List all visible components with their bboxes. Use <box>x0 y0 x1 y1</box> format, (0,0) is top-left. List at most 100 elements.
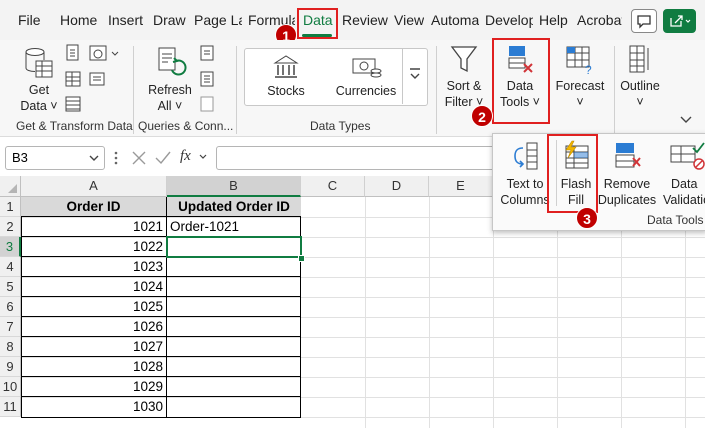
collapse-ribbon-icon[interactable] <box>678 114 694 126</box>
sort-filter-label: Sort & <box>446 79 482 93</box>
row-header-1[interactable]: 1 <box>0 197 21 217</box>
enter-check-icon[interactable] <box>154 149 172 167</box>
tab-help[interactable]: Help <box>539 12 568 28</box>
formula-input[interactable] <box>216 146 496 170</box>
cell-b7[interactable] <box>167 317 301 337</box>
more-options-icon[interactable] <box>111 148 121 168</box>
get-data-button[interactable]: Get Data ˅ <box>18 44 60 116</box>
cell-b5[interactable] <box>167 277 301 297</box>
cell-a7[interactable]: 1026 <box>21 317 167 337</box>
tab-home[interactable]: Home <box>60 12 97 28</box>
separator <box>133 46 134 134</box>
existing-connections-icon[interactable] <box>64 95 82 113</box>
cell-a6[interactable]: 1025 <box>21 297 167 317</box>
separator <box>436 46 437 134</box>
from-text-icon[interactable] <box>64 44 82 62</box>
select-all-corner[interactable] <box>0 176 21 197</box>
column-header-d[interactable]: D <box>365 176 429 197</box>
tab-acrobat[interactable]: Acrobat <box>577 12 622 28</box>
properties-icon[interactable] <box>198 70 216 88</box>
data-tools-group-label: Data Tools <box>647 213 704 227</box>
tab-automate[interactable]: Automa <box>431 12 479 28</box>
active-cell-selection[interactable] <box>166 236 302 258</box>
remove-duplicates-button[interactable]: Remove Duplicates <box>598 138 656 210</box>
cell-a11[interactable]: 1030 <box>21 397 167 417</box>
tab-developer[interactable]: Develop <box>485 12 533 28</box>
remove-duplicates-label-2: Duplicates <box>597 193 657 207</box>
tab-file[interactable]: File <box>18 12 41 28</box>
cancel-icon[interactable] <box>130 149 148 167</box>
tab-page-layout[interactable]: Page La <box>194 12 242 28</box>
name-box-value: B3 <box>12 150 28 165</box>
stocks-button[interactable]: Stocks <box>255 51 317 103</box>
edit-links-icon[interactable] <box>198 95 216 113</box>
gridline <box>621 197 622 428</box>
currencies-icon <box>352 58 382 78</box>
forecast-button[interactable]: ? Forecast ˅ <box>554 42 606 116</box>
column-header-e[interactable]: E <box>429 176 493 197</box>
row-header-10[interactable]: 10 <box>0 377 21 397</box>
forecast-label-2: ˅ <box>576 95 584 109</box>
data-types-gallery: Stocks Currencies <box>244 48 428 106</box>
gridline <box>429 197 430 428</box>
tab-view[interactable]: View <box>394 12 424 28</box>
row-header-5[interactable]: 5 <box>0 277 21 297</box>
queries-group-label: Queries & Conn... <box>138 119 234 133</box>
remove-duplicates-label: Remove <box>603 177 651 191</box>
row-header-11[interactable]: 11 <box>0 397 21 417</box>
refresh-all-button[interactable]: Refresh All ˅ <box>148 44 192 116</box>
text-to-columns-icon <box>514 142 538 170</box>
data-validation-button[interactable]: Data Validation <box>657 138 705 210</box>
cell-a5[interactable]: 1024 <box>21 277 167 297</box>
cell-a3[interactable]: 1022 <box>21 237 167 257</box>
get-data-label: Get <box>28 83 50 97</box>
row-header-4[interactable]: 4 <box>0 257 21 277</box>
column-header-a[interactable]: A <box>21 176 167 197</box>
cell-b2[interactable]: Order-1021 <box>167 217 301 237</box>
share-button[interactable] <box>663 9 696 33</box>
row-header-3[interactable]: 3 <box>0 237 21 257</box>
fx-dropdown-icon[interactable] <box>198 152 208 162</box>
column-header-c[interactable]: C <box>301 176 365 197</box>
currencies-button[interactable]: Currencies <box>331 51 401 103</box>
cell-a2[interactable]: 1021 <box>21 217 167 237</box>
row-header-6[interactable]: 6 <box>0 297 21 317</box>
cell-a10[interactable]: 1029 <box>21 377 167 397</box>
gridline <box>685 197 686 428</box>
tab-insert[interactable]: Insert <box>108 12 143 28</box>
cell-b10[interactable] <box>167 377 301 397</box>
cell-b8[interactable] <box>167 337 301 357</box>
tab-draw[interactable]: Draw <box>153 12 186 28</box>
queries-connections-icon[interactable] <box>198 44 216 62</box>
column-header-b[interactable]: B <box>167 176 301 197</box>
row-header-2[interactable]: 2 <box>0 217 21 237</box>
from-web-icon[interactable] <box>88 44 122 62</box>
cell-b11[interactable] <box>167 397 301 417</box>
cell-a8[interactable]: 1027 <box>21 337 167 357</box>
comments-button[interactable] <box>631 9 657 33</box>
cell-b1-header[interactable]: Updated Order ID <box>167 197 301 217</box>
cell-a1-header[interactable]: Order ID <box>21 197 167 217</box>
stocks-bank-icon <box>273 55 299 78</box>
from-table-icon[interactable] <box>64 70 82 88</box>
name-box[interactable]: B3 <box>5 146 105 170</box>
row-header-7[interactable]: 7 <box>0 317 21 337</box>
callout-3: 3 <box>576 207 598 229</box>
cell-a9[interactable]: 1028 <box>21 357 167 377</box>
cell-b4[interactable] <box>167 257 301 277</box>
cell-b6[interactable] <box>167 297 301 317</box>
text-to-columns-button[interactable]: Text to Columns <box>499 138 551 210</box>
gridline <box>557 197 558 428</box>
row-header-9[interactable]: 9 <box>0 357 21 377</box>
cell-a4[interactable]: 1023 <box>21 257 167 277</box>
data-types-more-button[interactable] <box>402 48 426 104</box>
outline-button[interactable]: Outline ˅ <box>618 42 662 116</box>
cell-b9[interactable] <box>167 357 301 377</box>
refresh-icon <box>158 47 187 76</box>
row-header-8[interactable]: 8 <box>0 337 21 357</box>
svg-text:?: ? <box>585 63 592 76</box>
tab-review[interactable]: Review <box>342 12 388 28</box>
insert-function-button[interactable]: fx <box>180 148 191 165</box>
fill-handle[interactable] <box>298 255 305 262</box>
recent-sources-icon[interactable] <box>88 70 106 88</box>
